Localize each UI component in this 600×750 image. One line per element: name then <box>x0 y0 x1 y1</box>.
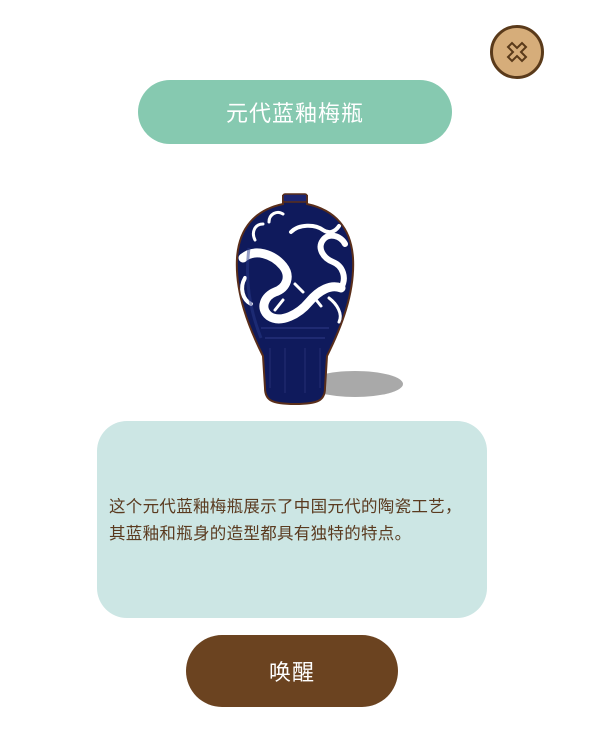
awaken-button[interactable]: 唤醒 <box>186 635 398 707</box>
close-button[interactable] <box>490 25 544 79</box>
vase-image <box>235 193 403 406</box>
artifact-dialog: 元代蓝釉梅瓶 这个元代蓝釉梅瓶展示了中国元代的陶瓷工艺，其蓝釉和瓶身的造型都具有… <box>0 0 600 750</box>
close-icon <box>506 41 528 63</box>
vase-neck <box>282 193 308 203</box>
artifact-title: 元代蓝釉梅瓶 <box>138 80 452 144</box>
artifact-description: 这个元代蓝釉梅瓶展示了中国元代的陶瓷工艺，其蓝釉和瓶身的造型都具有独特的特点。 <box>109 496 462 543</box>
description-card: 这个元代蓝釉梅瓶展示了中国元代的陶瓷工艺，其蓝釉和瓶身的造型都具有独特的特点。 <box>97 421 487 618</box>
